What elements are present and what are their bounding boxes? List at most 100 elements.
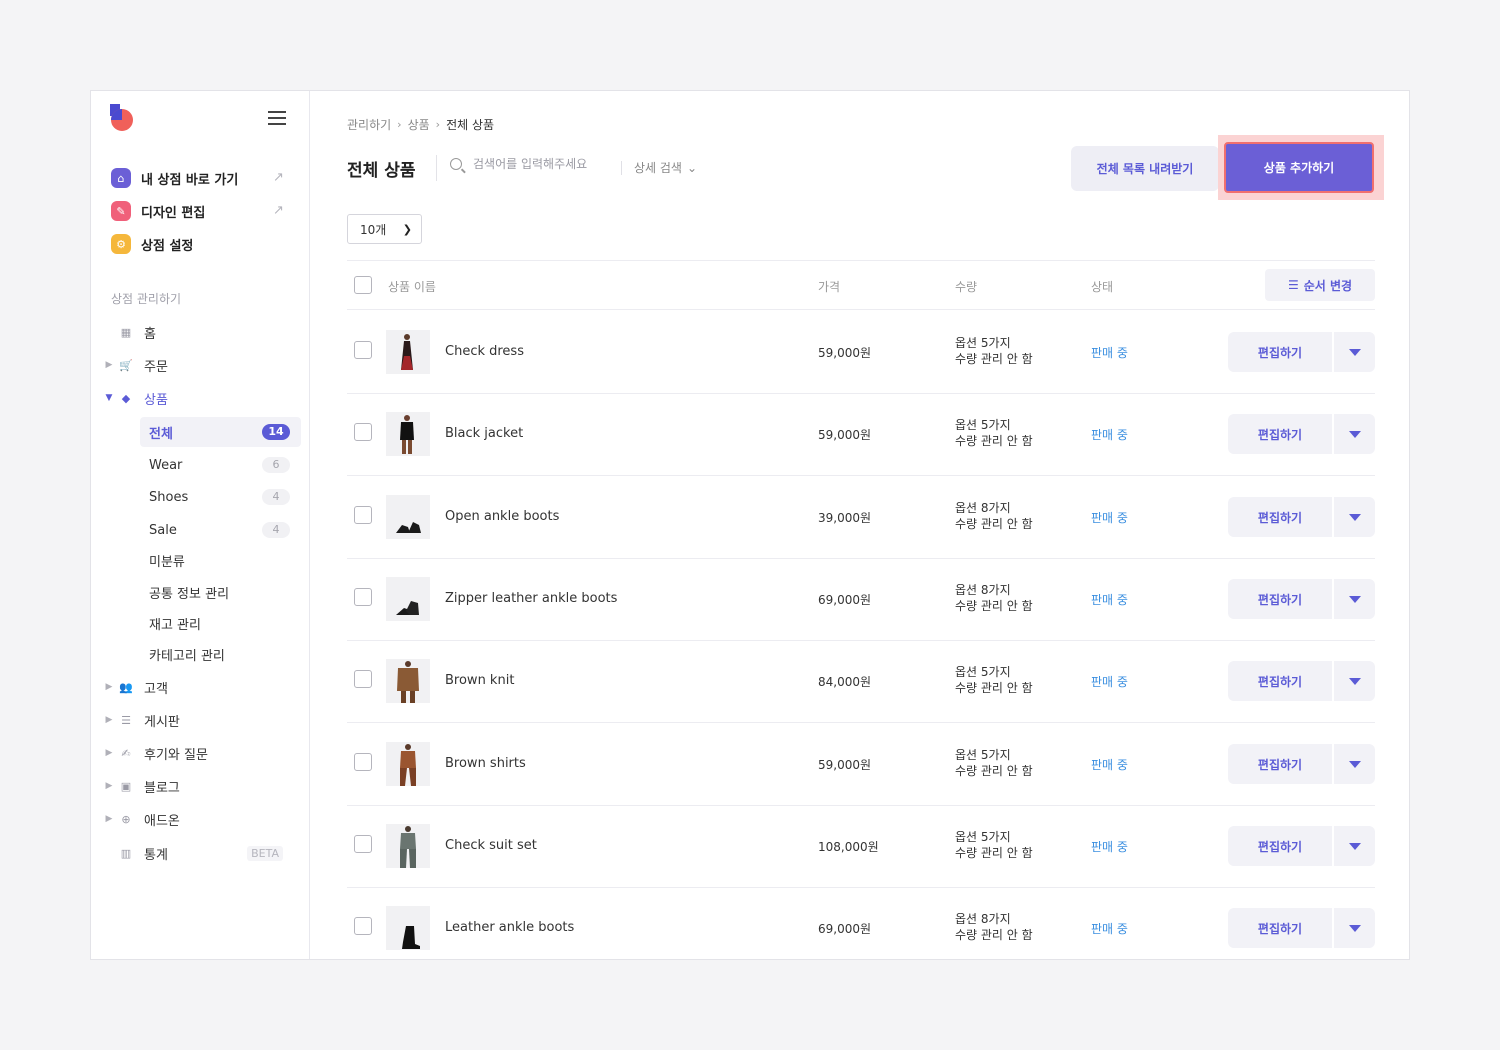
download-all-button[interactable]: 전체 목록 내려받기: [1071, 146, 1219, 191]
store-icon: ⌂: [111, 168, 131, 188]
breadcrumb-item[interactable]: 관리하기: [347, 116, 391, 133]
product-name[interactable]: Leather ankle boots: [445, 920, 574, 935]
main-content: 관리하기 › 상품 › 전체 상품 전체 상품 상세 검색 ⌄ 전체 목록 내려…: [310, 91, 1409, 959]
caret-down-icon: [1348, 760, 1361, 768]
plus-circle-icon: ⊕: [121, 812, 131, 826]
sidebar-item-blog[interactable]: ▶ ▣ 블로그: [103, 774, 180, 798]
table-row[interactable]: Check suit set 108,000원 옵션 5가지 수량 관리 안 함 …: [347, 805, 1375, 888]
sidebar-item-home[interactable]: ▦ 홈: [103, 320, 156, 344]
search-input[interactable]: [473, 157, 613, 171]
table-row[interactable]: Brown knit 84,000원 옵션 5가지 수량 관리 안 함 판매 중 …: [347, 640, 1375, 723]
sidebar-item-customers[interactable]: ▶ 👥 고객: [103, 675, 168, 699]
row-checkbox[interactable]: [354, 423, 372, 441]
edit-button[interactable]: 편집하기: [1228, 908, 1332, 948]
caret-down-icon: [1348, 677, 1361, 685]
product-qty: 옵션 8가지 수량 관리 안 함: [955, 911, 1033, 943]
sidebar-subitem-wear[interactable]: Wear 6: [140, 450, 301, 480]
design-edit-link[interactable]: ✎ 디자인 편집 ↗: [111, 200, 287, 222]
product-name[interactable]: Open ankle boots: [445, 509, 559, 524]
product-qty: 옵션 5가지 수량 관리 안 함: [955, 664, 1033, 696]
count-badge: 4: [262, 489, 290, 505]
advanced-search-toggle[interactable]: 상세 검색 ⌄: [634, 159, 697, 176]
more-dropdown-button[interactable]: [1334, 579, 1375, 619]
table-row[interactable]: Check dress 59,000원 옵션 5가지 수량 관리 안 함 판매 중…: [347, 311, 1375, 394]
product-name[interactable]: Check suit set: [445, 838, 537, 853]
brand-logo[interactable]: [110, 104, 134, 132]
row-checkbox[interactable]: [354, 588, 372, 606]
more-dropdown-button[interactable]: [1334, 744, 1375, 784]
edit-button[interactable]: 편집하기: [1228, 744, 1332, 784]
edit-button[interactable]: 편집하기: [1228, 414, 1332, 454]
quick-link-label: 디자인 편집: [141, 205, 206, 221]
section-title: 상점 관리하기: [111, 292, 182, 306]
more-dropdown-button[interactable]: [1334, 414, 1375, 454]
sidebar-subitem-sale[interactable]: Sale 4: [140, 515, 301, 545]
nav-label: 홈: [144, 326, 156, 342]
table-row[interactable]: Black jacket 59,000원 옵션 5가지 수량 관리 안 함 판매 …: [347, 393, 1375, 476]
more-dropdown-button[interactable]: [1334, 332, 1375, 372]
sidebar-item-products[interactable]: ▼ ◆ 상품: [103, 386, 168, 410]
go-to-store-link[interactable]: ⌂ 내 상점 바로 가기 ↗: [111, 167, 287, 189]
product-name[interactable]: Brown shirts: [445, 756, 526, 771]
add-product-button[interactable]: 상품 추가하기: [1224, 142, 1374, 193]
reorder-label: 순서 변경: [1303, 278, 1353, 293]
row-checkbox[interactable]: [354, 835, 372, 853]
reorder-button[interactable]: ☰ 순서 변경: [1265, 269, 1375, 301]
sidebar-subitem-uncategorized[interactable]: 미분류: [140, 545, 301, 575]
column-header-qty: 수량: [955, 280, 978, 294]
edit-button[interactable]: 편집하기: [1228, 332, 1332, 372]
app-frame: ⌂ 내 상점 바로 가기 ↗ ✎ 디자인 편집 ↗ ⚙ 상점 설정 상점 관리하…: [90, 90, 1410, 960]
sidebar-item-stats[interactable]: ▥ 통계 BETA: [103, 841, 301, 865]
sidebar-subitem-categories[interactable]: 카테고리 관리: [140, 639, 301, 669]
breadcrumb-item[interactable]: 상품: [408, 116, 430, 133]
row-checkbox[interactable]: [354, 917, 372, 935]
row-checkbox[interactable]: [354, 753, 372, 771]
edit-button[interactable]: 편집하기: [1228, 661, 1332, 701]
product-thumbnail: [386, 412, 430, 456]
sidebar-item-addons[interactable]: ▶ ⊕ 애드온: [103, 807, 180, 831]
store-settings-link[interactable]: ⚙ 상점 설정: [111, 233, 287, 255]
row-checkbox[interactable]: [354, 506, 372, 524]
caret-right-icon: ▶: [105, 360, 113, 370]
row-checkbox[interactable]: [354, 341, 372, 359]
sidebar-item-reviews[interactable]: ▶ ✍ 후기와 질문: [103, 741, 208, 765]
qty-options: 옵션 5가지: [955, 418, 1011, 432]
edit-button[interactable]: 편집하기: [1228, 579, 1332, 619]
edit-button[interactable]: 편집하기: [1228, 826, 1332, 866]
table-row[interactable]: Brown shirts 59,000원 옵션 5가지 수량 관리 안 함 판매 …: [347, 723, 1375, 806]
page-size-select[interactable]: 10개 ❯: [347, 214, 422, 244]
table-row[interactable]: Zipper leather ankle boots 69,000원 옵션 8가…: [347, 558, 1375, 641]
divider: [436, 155, 437, 181]
sidebar-subitem-common-info[interactable]: 공통 정보 관리: [140, 577, 301, 607]
list-icon: ☰: [1287, 278, 1299, 292]
product-thumbnail: [386, 659, 430, 703]
product-name[interactable]: Brown knit: [445, 673, 514, 688]
subitem-label: 재고 관리: [149, 617, 201, 633]
row-checkbox[interactable]: [354, 670, 372, 688]
edit-button[interactable]: 편집하기: [1228, 497, 1332, 537]
sidebar-subitem-inventory[interactable]: 재고 관리: [140, 608, 301, 638]
table-row[interactable]: Open ankle boots 39,000원 옵션 8가지 수량 관리 안 함…: [347, 476, 1375, 559]
product-name[interactable]: Check dress: [445, 344, 524, 359]
more-dropdown-button[interactable]: [1334, 908, 1375, 948]
pencil-icon: ✎: [111, 201, 131, 221]
more-dropdown-button[interactable]: [1334, 826, 1375, 866]
breadcrumb-current: 전체 상품: [446, 118, 495, 132]
select-all-checkbox[interactable]: [354, 276, 372, 294]
table-row[interactable]: Leather ankle boots 69,000원 옵션 8가지 수량 관리 …: [347, 887, 1375, 959]
sidebar-item-orders[interactable]: ▶ 🛒 주문: [103, 353, 168, 377]
sidebar-subitem-shoes[interactable]: Shoes 4: [140, 482, 301, 512]
more-dropdown-button[interactable]: [1334, 497, 1375, 537]
qty-stock: 수량 관리 안 함: [955, 517, 1033, 531]
caret-down-icon: ▼: [105, 393, 113, 403]
product-name[interactable]: Black jacket: [445, 426, 523, 441]
sidebar-subitem-all[interactable]: 전체 14: [140, 417, 301, 447]
divider: [621, 161, 622, 175]
product-thumbnail: [386, 330, 430, 374]
more-dropdown-button[interactable]: [1334, 661, 1375, 701]
product-name[interactable]: Zipper leather ankle boots: [445, 591, 617, 606]
caret-down-icon: [1348, 513, 1361, 521]
menu-icon[interactable]: [268, 111, 286, 125]
sidebar-item-board[interactable]: ▶ ☰ 게시판: [103, 708, 180, 732]
status-badge: 판매 중: [1091, 675, 1128, 689]
